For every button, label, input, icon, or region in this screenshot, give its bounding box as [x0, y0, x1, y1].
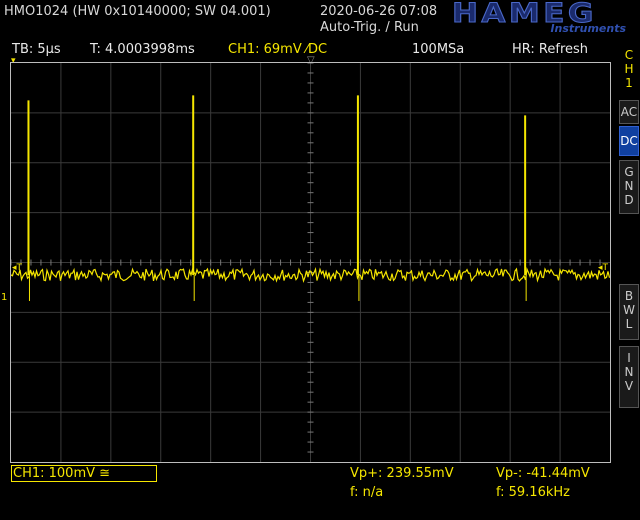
hameg-logo: HAMEG Instruments — [451, 0, 630, 36]
time-readout[interactable]: T: 4.0003998ms — [90, 42, 195, 58]
bwl-button[interactable]: BWL — [619, 284, 639, 340]
channel-tag: C H 1 — [624, 48, 634, 90]
freq1-readout: f: n/a — [350, 485, 384, 500]
oscilloscope-screen[interactable] — [10, 62, 611, 463]
logo-subtitle: Instruments — [550, 22, 626, 35]
trigger-state: Auto-Trig. / Run — [320, 20, 419, 35]
trigger-level-right: ◂T — [598, 263, 609, 273]
timebase-readout[interactable]: TB: 5µs — [12, 42, 61, 58]
vp-plus-readout: Vp+: 239.55mV — [350, 466, 454, 481]
waveform-display — [11, 63, 610, 462]
freq2-readout: f: 59.16kHz — [496, 485, 570, 500]
coupling-ac-button[interactable]: AC — [619, 100, 639, 124]
vp-minus-readout: Vp-: -41.44mV — [496, 466, 590, 481]
ground-marker: 1 — [1, 292, 8, 303]
device-info: HMO1024 (HW 0x10140000; SW 04.001) — [4, 4, 271, 19]
sample-rate-readout: 100MSa — [412, 42, 465, 57]
invert-button[interactable]: INV — [619, 346, 639, 408]
trigger-level-left: ◂T — [12, 263, 23, 273]
coupling-dc-button[interactable]: DC — [619, 126, 639, 156]
ch1-scale-box[interactable]: CH1: 100mV ≅ — [11, 465, 157, 482]
coupling-gnd-button[interactable]: GND — [619, 160, 639, 214]
ch1-scale: CH1: 100mV ≅ — [13, 466, 111, 481]
hr-mode-readout[interactable]: HR: Refresh — [512, 42, 588, 58]
datetime: 2020-06-26 07:08 — [320, 4, 438, 19]
